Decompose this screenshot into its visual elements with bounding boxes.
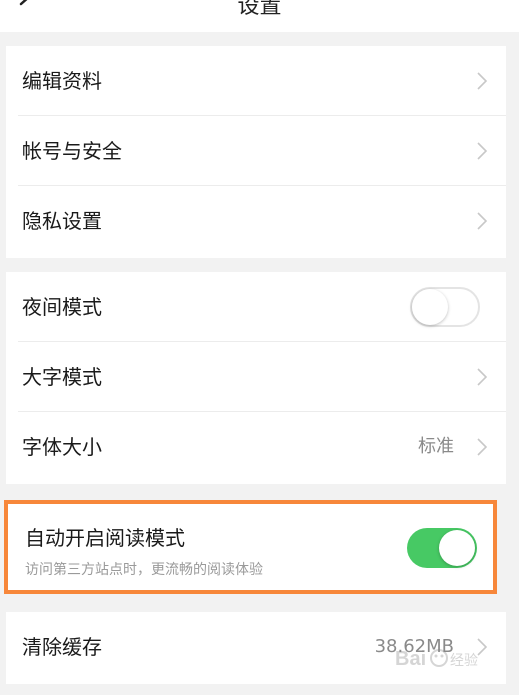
clear-cache-label: 清除缓存 (22, 635, 102, 659)
baidu-watermark-logo: Bai 经验 (395, 648, 478, 670)
night-mode-item: 夜间模式 (6, 272, 506, 342)
account-settings-group: 编辑资料 帐号与安全 隐私设置 (6, 46, 506, 258)
large-font-label: 大字模式 (22, 365, 102, 389)
edit-profile-label: 编辑资料 (22, 69, 102, 93)
night-mode-label: 夜间模式 (22, 295, 102, 319)
chevron-right-icon (477, 142, 488, 160)
privacy-settings-label: 隐私设置 (22, 209, 102, 233)
svg-text:Bai: Bai (395, 648, 426, 670)
account-security-label: 帐号与安全 (22, 139, 122, 163)
display-settings-group: 夜间模式 大字模式 字体大小 标准 (6, 272, 506, 484)
svg-text:经验: 经验 (450, 652, 478, 668)
header-bar: 设置 (0, 0, 519, 32)
reading-mode-label: 自动开启阅读模式 (25, 526, 185, 550)
font-size-label: 字体大小 (22, 435, 102, 459)
toggle-knob (439, 530, 475, 566)
font-size-value: 标准 (418, 436, 454, 457)
large-font-item[interactable]: 大字模式 (6, 342, 506, 412)
privacy-settings-item[interactable]: 隐私设置 (6, 186, 506, 256)
edit-profile-item[interactable]: 编辑资料 (6, 46, 506, 116)
toggle-knob (412, 289, 448, 325)
font-size-item[interactable]: 字体大小 标准 (6, 412, 506, 482)
chevron-right-icon (477, 212, 488, 230)
reading-mode-description: 访问第三方站点时，更流畅的阅读体验 (25, 562, 263, 578)
chevron-right-icon (477, 438, 488, 456)
chevron-right-icon (477, 72, 488, 90)
page-title: 设置 (237, 0, 282, 19)
settings-screen: 设置 编辑资料 帐号与安全 隐私设置 夜间模式 大字模式 字体大小 标准 自动开… (0, 0, 519, 695)
reading-mode-item: 自动开启阅读模式 访问第三方站点时，更流畅的阅读体验 (4, 500, 497, 594)
reading-mode-toggle[interactable] (407, 528, 477, 568)
chevron-right-icon (477, 368, 488, 386)
night-mode-toggle[interactable] (410, 287, 480, 327)
account-security-item[interactable]: 帐号与安全 (6, 116, 506, 186)
